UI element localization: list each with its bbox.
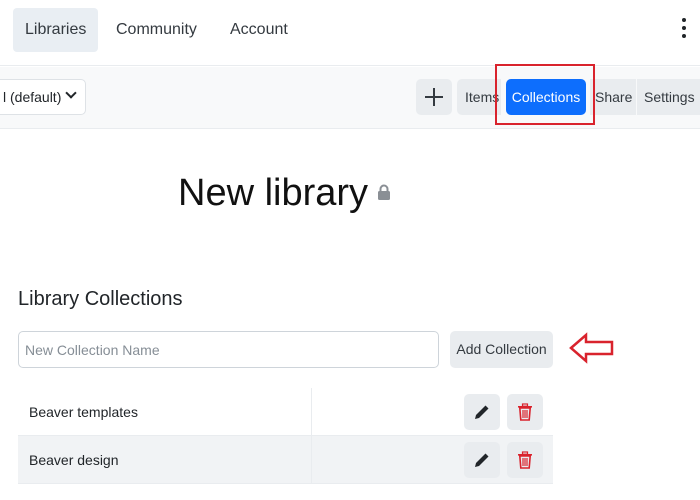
tab-account[interactable]: Account bbox=[218, 8, 300, 52]
tab-community[interactable]: Community bbox=[104, 8, 209, 52]
left-arrow-annotation bbox=[569, 332, 614, 364]
delete-button[interactable] bbox=[507, 394, 543, 430]
delete-button[interactable] bbox=[507, 442, 543, 478]
pencil-icon bbox=[475, 405, 489, 419]
trash-icon bbox=[518, 451, 532, 469]
list-item: Beaver templates bbox=[18, 388, 553, 436]
library-select[interactable]: l (default) bbox=[0, 79, 86, 115]
list-item: Beaver design bbox=[18, 436, 553, 484]
collections-list: Beaver templates Beaver design bbox=[18, 388, 553, 484]
edit-button[interactable] bbox=[464, 394, 500, 430]
add-collection-button[interactable]: Add Collection bbox=[450, 331, 553, 368]
column-divider bbox=[311, 388, 312, 436]
settings-button[interactable]: Settings bbox=[637, 79, 700, 115]
library-toolbar: l (default) Items Collections Share Sett… bbox=[0, 67, 700, 129]
top-nav: Libraries Community Account bbox=[0, 0, 700, 66]
chevron-down-icon bbox=[65, 87, 77, 99]
trash-icon bbox=[518, 403, 532, 421]
section-heading: Library Collections bbox=[18, 288, 183, 310]
pencil-icon bbox=[475, 453, 489, 467]
collection-name: Beaver templates bbox=[29, 404, 138, 420]
lock-icon bbox=[378, 184, 390, 200]
kebab-menu-icon[interactable] bbox=[680, 18, 688, 44]
items-button[interactable]: Items bbox=[457, 79, 501, 115]
new-collection-input[interactable] bbox=[18, 331, 439, 368]
share-button[interactable]: Share bbox=[590, 79, 636, 115]
plus-icon bbox=[433, 88, 435, 106]
edit-button[interactable] bbox=[464, 442, 500, 478]
add-item-button[interactable] bbox=[416, 79, 452, 115]
collection-name: Beaver design bbox=[29, 452, 119, 468]
page-title: New library bbox=[178, 172, 369, 214]
column-divider bbox=[311, 436, 312, 484]
collections-button[interactable]: Collections bbox=[506, 79, 586, 115]
library-select-value: l (default) bbox=[3, 89, 62, 105]
tab-libraries[interactable]: Libraries bbox=[13, 8, 99, 52]
